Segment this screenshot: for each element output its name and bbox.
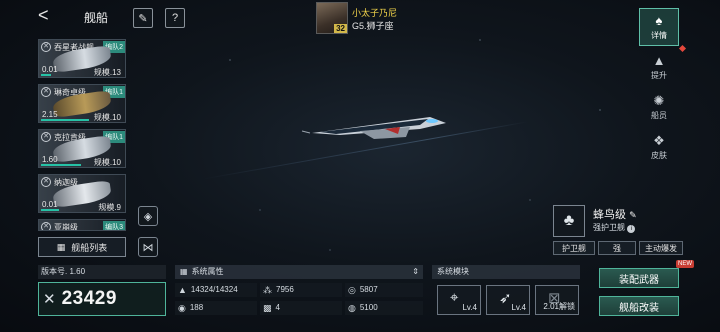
ship-scale: 规模.10 <box>93 113 121 122</box>
ship-scale: 规模.9 <box>98 203 121 212</box>
attribute-cell: ▩ 4 <box>260 301 342 315</box>
attribute-value: 5100 <box>359 303 378 312</box>
notification-dot <box>678 44 687 53</box>
help-icon[interactable]: ? <box>165 8 185 28</box>
ship-role-text: 强护卫舰 <box>593 223 625 232</box>
ship-name: 亚崩级 <box>54 223 78 231</box>
attributes-header: ▦ 系统属性 ⇕ <box>175 265 423 279</box>
attribute-cell: ◎ 5807 <box>345 283 423 297</box>
ship-model[interactable] <box>300 105 450 155</box>
tab-crew[interactable]: ✺ 船员 <box>639 88 679 126</box>
module-slot-locked[interactable]: ⊠ 2.01解锁 <box>535 285 579 315</box>
ship-scale: 规模.13 <box>93 68 121 77</box>
attribute-cell: ▲ 14324/14324 <box>175 283 257 297</box>
ship-tag: 强 <box>598 241 636 255</box>
attribute-cell: ⁂ 7956 <box>260 283 342 297</box>
ship-list-item[interactable]: ✕ 琳奇卓级 编队1 2.15 规模.10 <box>38 84 126 123</box>
attributes-title: 系统属性 <box>191 267 224 276</box>
tab-details[interactable]: ♠ 详情 <box>639 8 679 46</box>
ship-role: 强护卫舰 i <box>593 222 636 233</box>
player-name: 小太子乃尼 <box>352 8 398 18</box>
attribute-cell: ◉ 188 <box>175 301 257 315</box>
target-icon: ◎ <box>348 285 356 295</box>
filter-icon[interactable]: ◈ <box>138 206 158 226</box>
crew-icon: ✺ <box>653 92 665 108</box>
upgrade-icon: ▲ <box>652 52 666 68</box>
attribute-value: 5807 <box>359 285 378 294</box>
shield-icon: ◍ <box>348 303 356 313</box>
ship-scale: 规模.10 <box>93 158 121 167</box>
fleet-list-button[interactable]: ▦ 舰船列表 <box>38 237 126 257</box>
tab-skin[interactable]: ❖ 皮肤 <box>639 128 679 166</box>
module-slot[interactable]: ➶ Lv.4 <box>486 285 530 315</box>
player-avatar[interactable]: 32 <box>316 2 348 34</box>
class-name-text: 蜂鸟级 <box>593 209 626 221</box>
speed-icon: ◉ <box>178 303 186 313</box>
fleet-icon: ⁂ <box>263 285 272 295</box>
module-level: Lv.4 <box>511 303 526 312</box>
info-icon[interactable]: i <box>627 225 636 233</box>
ship-list-item[interactable]: ✕ 克拉肯级 编队1 1.60 规模.10 <box>38 129 126 168</box>
ship-progress-bar <box>41 74 51 76</box>
crosshair-icon: ⌖ <box>450 289 459 306</box>
module-slot[interactable]: ⌖ Lv.4 <box>437 285 481 315</box>
ship-value: 0.01 <box>42 65 58 74</box>
ship-type-icon: ✕ <box>41 132 51 142</box>
ship-tag: 护卫舰 <box>553 241 595 255</box>
edit-icon[interactable]: ✎ <box>629 210 637 220</box>
skin-icon: ❖ <box>653 132 665 148</box>
ship-type-icon: ✕ <box>41 177 51 187</box>
new-badge: NEW <box>676 260 694 268</box>
refit-ship-button[interactable]: 舰船改装 <box>599 296 679 316</box>
player-level: 32 <box>334 24 347 33</box>
tab-label: 皮肤 <box>651 150 667 160</box>
ship-progress-bar <box>41 209 59 211</box>
ship-value: 2.15 <box>42 110 58 119</box>
back-button[interactable]: < <box>38 6 54 24</box>
combat-power-box: ✕ 23429 <box>38 282 166 316</box>
module-level: Lv.4 <box>462 303 477 312</box>
attribute-value: 188 <box>189 303 204 312</box>
ship-progress-bar <box>41 164 81 166</box>
fleet-list-label: 舰船列表 <box>71 242 108 253</box>
page-title: 舰船 <box>84 11 109 25</box>
grid-menu-icon: ▦ <box>56 241 66 252</box>
ship-progress-bar <box>41 119 89 121</box>
ship-list-item[interactable]: ✕ 亚崩级 编队3 <box>38 219 126 231</box>
version-label: 版本号. 1.60 <box>38 265 166 279</box>
ship-type-icon: ✕ <box>41 222 51 230</box>
ship-tag: 主动爆发 <box>639 241 683 255</box>
ship-value: 0.01 <box>42 200 58 209</box>
module-unlock-label: 2.01解锁 <box>543 302 575 311</box>
expand-icon[interactable]: ⇕ <box>412 265 419 279</box>
list-icon: ▦ <box>180 267 188 276</box>
ship-type-icon: ✕ <box>41 87 51 97</box>
attribute-value: 7956 <box>276 285 294 294</box>
tab-label: 详情 <box>651 30 667 40</box>
rocket-icon[interactable]: ✎ <box>133 8 153 28</box>
details-icon: ♠ <box>655 12 663 28</box>
grid-icon: ▩ <box>263 303 272 313</box>
player-region: G5.狮子座 <box>352 21 394 31</box>
attribute-cell: ◍ 5100 <box>345 301 423 315</box>
ship-list-item[interactable]: ✕ 吞星者战舰 编队2 0.01 规模.13 <box>38 39 126 78</box>
ship-list-item[interactable]: ✕ 纳迦级 0.01 规模.9 <box>38 174 126 213</box>
attribute-value: 14324/14324 <box>190 285 238 294</box>
durability-icon: ▲ <box>178 285 187 295</box>
combat-power-value: 23429 <box>61 288 117 309</box>
ship-class-icon: ♣ <box>553 205 585 237</box>
fleet-tag: 编队3 <box>103 221 125 230</box>
crossed-swords-icon: ✕ <box>43 291 56 308</box>
equip-weapon-button[interactable]: 装配武器 <box>599 268 679 288</box>
ship-type-icon: ✕ <box>41 42 51 52</box>
modules-header: 系统模块 <box>432 265 580 279</box>
attribute-value: 4 <box>275 303 280 312</box>
ship-class-name[interactable]: 蜂鸟级 ✎ <box>593 206 637 222</box>
sort-icon[interactable]: ⋈ <box>138 237 158 257</box>
missile-icon: ➶ <box>499 290 512 307</box>
tab-label: 船员 <box>651 110 667 120</box>
ship-value: 1.60 <box>42 155 58 164</box>
tab-upgrade[interactable]: ▲ 提升 <box>639 48 679 86</box>
tab-label: 提升 <box>651 70 667 80</box>
